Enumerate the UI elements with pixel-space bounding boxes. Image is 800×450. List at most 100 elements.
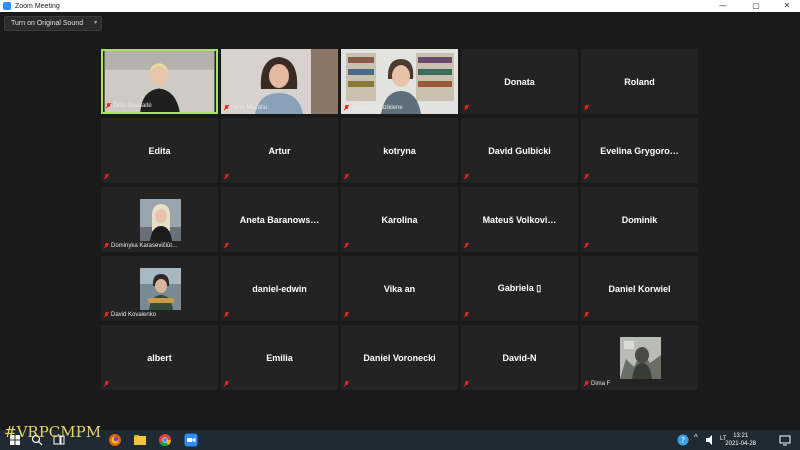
zoom-app-icon: [3, 2, 11, 10]
system-clock[interactable]: 13:21 2021-04-28: [725, 432, 756, 448]
participant-name: Daniel Voronecki: [363, 352, 436, 363]
notification-icon[interactable]: [778, 433, 792, 447]
participant-tile[interactable]: Artur: [221, 118, 338, 183]
participant-tile[interactable]: David Gulbicki: [461, 118, 578, 183]
window-title: Zoom Meeting: [15, 2, 60, 10]
muted-mic-icon: [344, 312, 349, 318]
participant-name: David-N: [502, 352, 537, 363]
participant-tile[interactable]: Dominyka Karasevičiūt…: [101, 187, 218, 252]
gallery-grid: Žinlu Gausaitė Irena Mazaliu Žaneta Sard…: [101, 49, 698, 391]
muted-mic-icon: [104, 243, 109, 249]
muted-mic-icon: [224, 105, 229, 111]
participant-tile[interactable]: Gabriela ▯: [461, 256, 578, 321]
participant-tile[interactable]: David Kovalenko: [101, 256, 218, 321]
muted-mic-icon: [344, 243, 349, 249]
participant-tile[interactable]: Emilia: [221, 325, 338, 390]
muted-mic-icon: [344, 381, 349, 387]
muted-mic-icon: [584, 174, 589, 180]
chrome-icon[interactable]: [158, 433, 172, 447]
participant-name: David Gulbicki: [488, 145, 551, 156]
muted-mic-icon: [224, 381, 229, 387]
muted-mic-icon: [104, 174, 109, 180]
original-sound-button[interactable]: Turn on Original Sound ▾: [4, 16, 103, 31]
muted-mic-icon: [464, 174, 469, 180]
chevron-down-icon[interactable]: ▾: [94, 17, 97, 30]
participant-tile[interactable]: kotryna: [341, 118, 458, 183]
muted-mic-icon: [584, 312, 589, 318]
close-icon[interactable]: ✕: [776, 0, 798, 12]
participant-name: Irena Mazaliu: [231, 105, 268, 111]
participant-name: Žinlu Gausaitė: [113, 103, 152, 109]
participant-name: Emilia: [266, 352, 293, 363]
participant-name: Dominyka Karasevičiūt…: [111, 243, 179, 249]
participant-name: Evelina Grygoro…: [600, 145, 679, 156]
muted-mic-icon: [584, 105, 589, 111]
participant-name: David Kovalenko: [111, 312, 157, 318]
participant-tile[interactable]: Dominik: [581, 187, 698, 252]
muted-mic-icon: [464, 312, 469, 318]
maximize-icon[interactable]: ▢: [745, 0, 767, 12]
windows-taskbar: ? ^ LT 13:21 2021-04-28: [0, 430, 800, 450]
participant-tile[interactable]: Edita: [101, 118, 218, 183]
participant-tile[interactable]: Donata: [461, 49, 578, 114]
minimize-icon[interactable]: —: [712, 0, 734, 12]
participant-tile[interactable]: Vika an: [341, 256, 458, 321]
participant-name: Donata: [504, 76, 535, 87]
svg-text:?: ?: [681, 436, 685, 445]
original-sound-label: Turn on Original Sound: [11, 20, 84, 27]
participant-name: daniel-edwin: [252, 283, 307, 294]
muted-mic-icon: [224, 174, 229, 180]
muted-mic-icon: [344, 174, 349, 180]
participant-tile[interactable]: Irena Mazaliu: [221, 49, 338, 114]
participant-name: Dima F: [591, 381, 611, 387]
participant-tile[interactable]: Daniel Korwiel: [581, 256, 698, 321]
participant-name: Aneta Baranows…: [239, 214, 320, 225]
title-bar: Zoom Meeting — ▢ ✕: [0, 0, 800, 12]
participant-tile[interactable]: Dima F: [581, 325, 698, 390]
participant-avatar: [620, 337, 661, 379]
chevron-up-icon[interactable]: ^: [694, 433, 698, 442]
muted-mic-icon: [584, 381, 589, 387]
muted-mic-icon: [224, 312, 229, 318]
participant-tile-active-speaker[interactable]: Žinlu Gausaitė: [101, 49, 218, 114]
zoom-icon[interactable]: [184, 433, 198, 447]
participant-name: Gabriela ▯: [497, 283, 542, 293]
participant-name: Žaneta Sardzikiene: [351, 105, 403, 111]
muted-mic-icon: [584, 243, 589, 249]
volume-icon[interactable]: [703, 433, 717, 447]
participant-tile[interactable]: albert: [101, 325, 218, 390]
clock-date: 2021-04-28: [725, 441, 756, 447]
participant-name: Daniel Korwiel: [608, 283, 671, 294]
participant-tile[interactable]: Mateuš Volkovi…: [461, 187, 578, 252]
help-icon[interactable]: ?: [676, 433, 690, 447]
participant-name: Karolina: [381, 214, 418, 225]
muted-mic-icon: [344, 105, 349, 111]
firefox-icon[interactable]: [108, 433, 122, 447]
participant-name: Vika an: [383, 283, 416, 294]
muted-mic-icon: [464, 243, 469, 249]
participant-name: Edita: [148, 145, 171, 156]
muted-mic-icon: [106, 103, 111, 109]
participant-tile[interactable]: daniel-edwin: [221, 256, 338, 321]
muted-mic-icon: [464, 381, 469, 387]
participant-tile[interactable]: Evelina Grygoro…: [581, 118, 698, 183]
file-explorer-icon[interactable]: [133, 433, 147, 447]
participant-tile[interactable]: Aneta Baranows…: [221, 187, 338, 252]
participant-name: Mateuš Volkovi…: [482, 214, 557, 225]
participant-avatar: [140, 199, 181, 241]
participant-name: albert: [147, 352, 172, 363]
participant-name: Dominik: [621, 214, 658, 225]
clock-time: 13:21: [733, 433, 749, 439]
watermark: #VRPCMPM: [4, 423, 102, 441]
participant-name: Artur: [268, 145, 291, 156]
participant-tile[interactable]: Roland: [581, 49, 698, 114]
participant-tile[interactable]: Žaneta Sardzikiene: [341, 49, 458, 114]
muted-mic-icon: [104, 381, 109, 387]
participant-name: kotryna: [383, 145, 416, 156]
participant-tile[interactable]: Karolina: [341, 187, 458, 252]
participant-tile[interactable]: David-N: [461, 325, 578, 390]
participant-tile[interactable]: Daniel Voronecki: [341, 325, 458, 390]
meeting-area: Turn on Original Sound ▾ Žinlu Gausaitė: [0, 12, 800, 430]
muted-mic-icon: [224, 243, 229, 249]
participant-avatar: [140, 268, 181, 310]
